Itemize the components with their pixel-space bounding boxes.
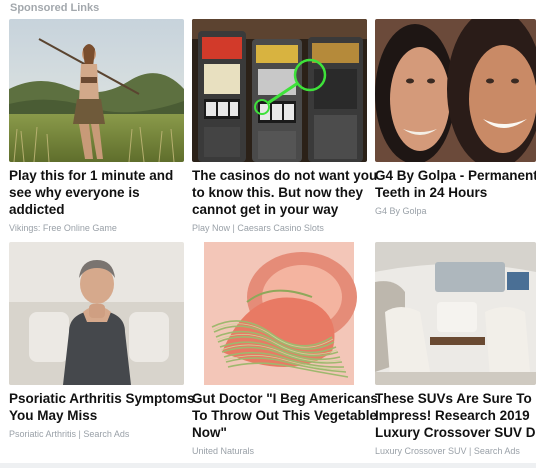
ad-title[interactable]: G4 By Golpa - Permanent Teeth in 24 Hour… [375, 167, 536, 201]
ad-card-casino[interactable]: The casinos do not want you to know this… [192, 19, 377, 233]
ad-card-viking-game[interactable]: Play this for 1 minute and see why every… [9, 19, 184, 233]
ad-image-smiling-women[interactable] [375, 19, 536, 162]
ad-source[interactable]: Vikings: Free Online Game [9, 223, 184, 233]
ad-source[interactable]: Play Now | Caesars Casino Slots [192, 223, 367, 233]
ad-image-gut-illustration[interactable] [192, 242, 367, 385]
ad-image-warrior[interactable] [9, 19, 184, 162]
ad-image-suv-interior[interactable] [375, 242, 536, 385]
ad-image-man-thinking[interactable] [9, 242, 184, 385]
footer-divider [0, 463, 536, 468]
ad-title[interactable]: Psoriatic Arthritis Symptoms You May Mis… [9, 390, 195, 424]
ad-source[interactable]: Luxury Crossover SUV | Search Ads [375, 446, 536, 456]
ad-source[interactable]: Psoriatic Arthritis | Search Ads [9, 429, 184, 439]
ad-title[interactable]: These SUVs Are Sure To Impress! Research… [375, 390, 536, 441]
ad-card-gut-doctor[interactable]: Gut Doctor "I Beg Americans To Throw Out… [192, 242, 378, 456]
ad-title[interactable]: Gut Doctor "I Beg Americans To Throw Out… [192, 390, 378, 441]
ad-source[interactable]: G4 By Golpa [375, 206, 536, 216]
ad-card-psoriatic[interactable]: Psoriatic Arthritis Symptoms You May Mis… [9, 242, 195, 439]
ad-title[interactable]: The casinos do not want you to know this… [192, 167, 377, 218]
ad-grid: Play this for 1 minute and see why every… [0, 0, 536, 468]
ad-image-slot-machines[interactable] [192, 19, 367, 162]
ad-source[interactable]: United Naturals [192, 446, 367, 456]
ad-card-teeth[interactable]: G4 By Golpa - Permanent Teeth in 24 Hour… [375, 19, 536, 216]
ad-card-suv[interactable]: These SUVs Are Sure To Impress! Research… [375, 242, 536, 456]
ad-title[interactable]: Play this for 1 minute and see why every… [9, 167, 184, 218]
